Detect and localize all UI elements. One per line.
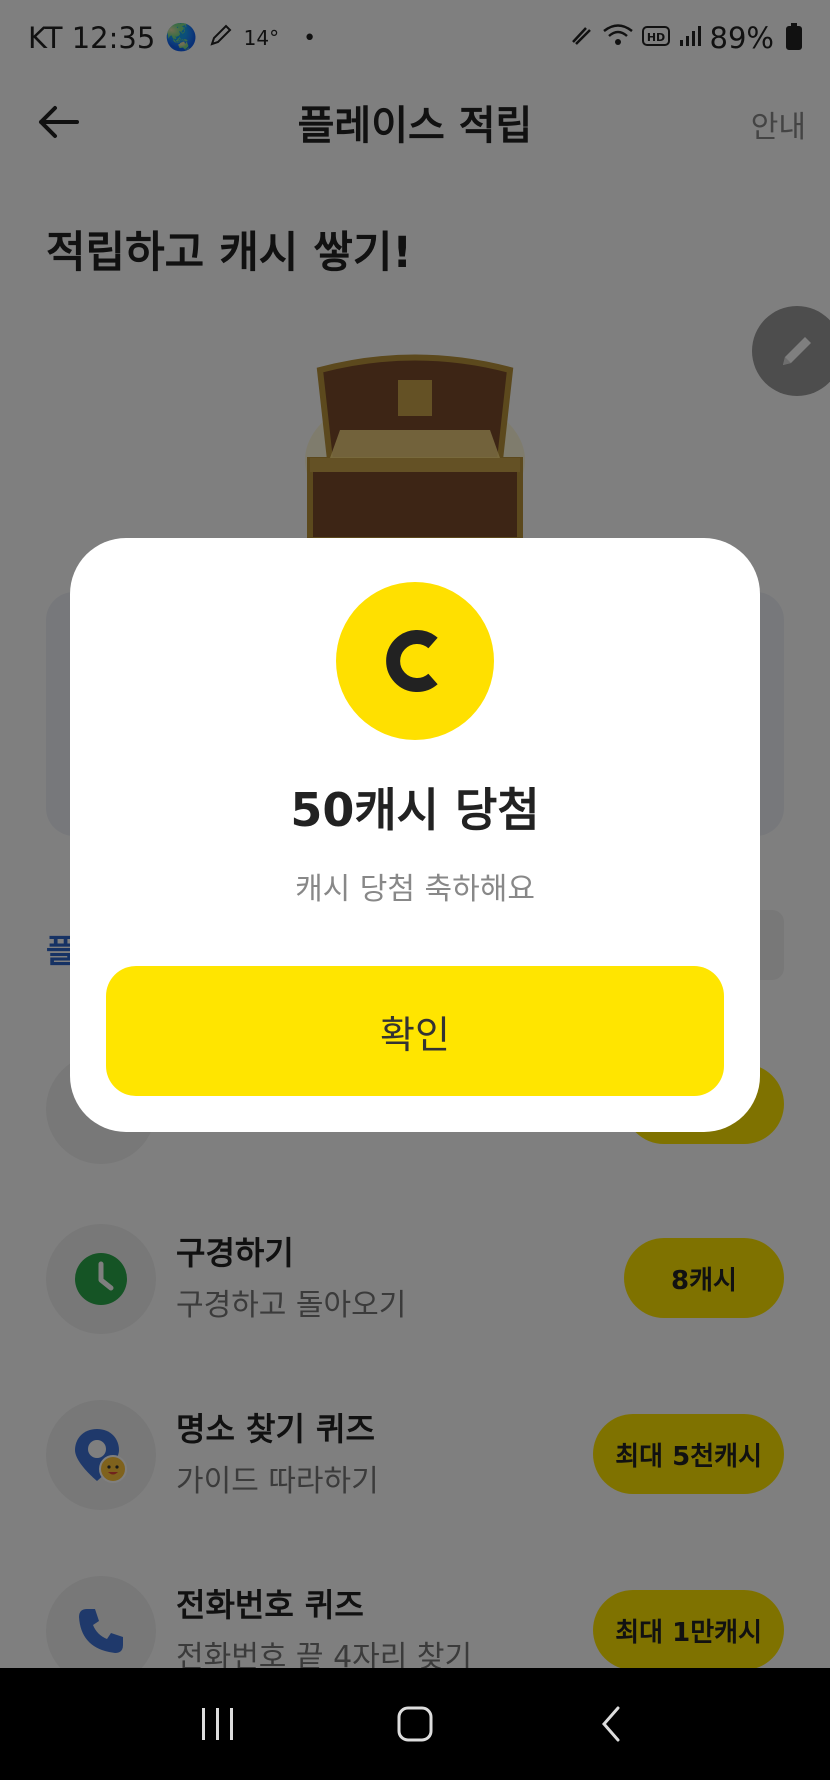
dialog-title: 50캐시 당첨: [290, 783, 540, 837]
confirm-button[interactable]: 확인: [106, 966, 724, 1096]
cash-coin-icon: [336, 582, 494, 740]
reward-dialog: 50캐시 당첨 캐시 당첨 축하해요 확인: [70, 538, 760, 1132]
system-nav-bar: [0, 1668, 830, 1780]
recent-apps-button[interactable]: [178, 1684, 258, 1764]
app-screen: KT 12:35 🌏 14° • HD 89%: [0, 0, 830, 1668]
home-button[interactable]: [375, 1684, 455, 1764]
home-icon: [397, 1706, 433, 1742]
recent-apps-icon: [202, 1708, 234, 1740]
chevron-left-icon: [601, 1706, 620, 1742]
dialog-subtitle: 캐시 당첨 축하해요: [295, 872, 535, 907]
back-nav-button[interactable]: [572, 1684, 652, 1764]
